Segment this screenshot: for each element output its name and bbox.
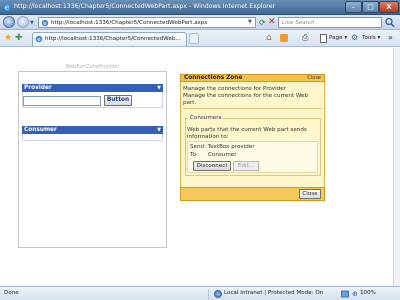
- provider-menu-icon[interactable]: ▼: [157, 84, 161, 92]
- edit-button[interactable]: Edit...: [233, 161, 259, 171]
- consumer-title: Consumer: [24, 127, 57, 133]
- vertical-scrollbar[interactable]: [393, 48, 400, 286]
- tab-connected-webpart[interactable]: e http://localhost:1336/Chapter5/Connect…: [32, 32, 187, 46]
- search-input[interactable]: Live Search: [278, 17, 382, 28]
- connections-close-link[interactable]: Close: [307, 75, 321, 82]
- to-label: To:: [190, 152, 198, 158]
- consumer-webpart-header: Consumer ▼: [22, 126, 163, 134]
- to-value: Consumer: [208, 152, 237, 158]
- connections-zone-title: Connections Zone: [184, 75, 243, 81]
- favorites-star-icon[interactable]: ★: [4, 33, 12, 43]
- url-text: http://localhost:1336/Chapter5/Connected…: [51, 20, 208, 26]
- tools-menu[interactable]: Tools ▾: [362, 35, 380, 41]
- feeds-icon[interactable]: [280, 34, 288, 42]
- protected-mode-icon[interactable]: [341, 290, 349, 298]
- url-dropdown-icon[interactable]: ▼: [248, 19, 252, 25]
- consumer-webpart-body: [22, 134, 163, 141]
- page-menu-icon[interactable]: [320, 34, 327, 43]
- provider-button[interactable]: Button: [104, 95, 132, 106]
- close-window-button[interactable]: X: [379, 1, 399, 13]
- minimize-button[interactable]: –: [345, 1, 362, 13]
- consumers-legend: Consumers: [188, 115, 224, 121]
- back-button[interactable]: ‹: [3, 16, 15, 28]
- new-tab-button[interactable]: [189, 33, 199, 44]
- stop-icon[interactable]: ✕: [268, 17, 276, 27]
- intranet-globe-icon: [214, 290, 222, 298]
- provider-textbox[interactable]: [23, 96, 101, 106]
- manage-provider-text: Manage the connections for Provider: [183, 86, 286, 92]
- search-placeholder: Live Search: [282, 20, 315, 26]
- status-zone[interactable]: Local intranet | Protected Mode: On: [224, 290, 323, 296]
- svg-text:e: e: [5, 3, 9, 11]
- provider-title: Provider: [24, 85, 52, 91]
- consumers-info-line2: information to:: [187, 134, 229, 140]
- connections-divider: [183, 108, 322, 109]
- forward-button[interactable]: ›: [17, 16, 29, 28]
- manage-current-text: Manage the connections for the current W…: [183, 93, 309, 99]
- connections-zone-header: Connections Zone Close: [180, 74, 325, 82]
- history-dropdown-icon[interactable]: ▼: [30, 20, 34, 26]
- tools-gear-icon[interactable]: ⚙: [351, 33, 358, 43]
- print-icon[interactable]: ⎙: [302, 33, 308, 43]
- home-icon[interactable]: ⌂: [266, 33, 272, 43]
- page-icon: e: [41, 19, 49, 27]
- tab-page-icon: e: [35, 35, 43, 43]
- search-icon[interactable]: [384, 17, 396, 28]
- zone-title: WebPartZoneProvider: [65, 64, 120, 70]
- page-menu[interactable]: Page ▾: [329, 35, 347, 41]
- manage-current-text-cont: part.: [183, 100, 197, 106]
- send-label: Send: TextBox provider: [190, 144, 255, 150]
- consumer-menu-icon[interactable]: ▼: [157, 126, 161, 134]
- maximize-button[interactable]: □: [362, 1, 379, 13]
- title-bar: e http://localhost:1336/Chapter5/Connect…: [0, 0, 400, 15]
- status-bar: Done Local intranet | Protected Mode: On…: [0, 286, 400, 300]
- url-input[interactable]: e http://localhost:1336/Chapter5/Connect…: [38, 17, 256, 28]
- window-title: http://localhost:1336/Chapter5/Connected…: [14, 3, 276, 10]
- status-divider: [208, 289, 209, 299]
- disconnect-button[interactable]: Disconnect: [193, 161, 231, 171]
- connections-close-button[interactable]: Close: [299, 189, 321, 199]
- ie-logo-icon: e: [3, 3, 11, 11]
- refresh-icon[interactable]: ⟳: [259, 18, 266, 27]
- provider-webpart-header: Provider ▼: [22, 84, 163, 92]
- command-bar: ★ ✚ e http://localhost:1336/Chapter5/Con…: [0, 30, 400, 47]
- address-bar: ‹ › ▼ e http://localhost:1336/Chapter5/C…: [0, 15, 400, 30]
- zoom-icon[interactable]: ⊕: [352, 290, 358, 298]
- status-done: Done: [4, 290, 19, 296]
- add-favorites-icon[interactable]: ✚: [15, 33, 23, 43]
- consumers-info-line1: Web parts that the current Web part send…: [187, 127, 307, 133]
- toolbar-overflow-icon[interactable]: »: [388, 33, 393, 43]
- zoom-level[interactable]: 100%: [360, 290, 376, 296]
- tab-title: http://localhost:1336/Chapter5/Connected…: [45, 36, 181, 42]
